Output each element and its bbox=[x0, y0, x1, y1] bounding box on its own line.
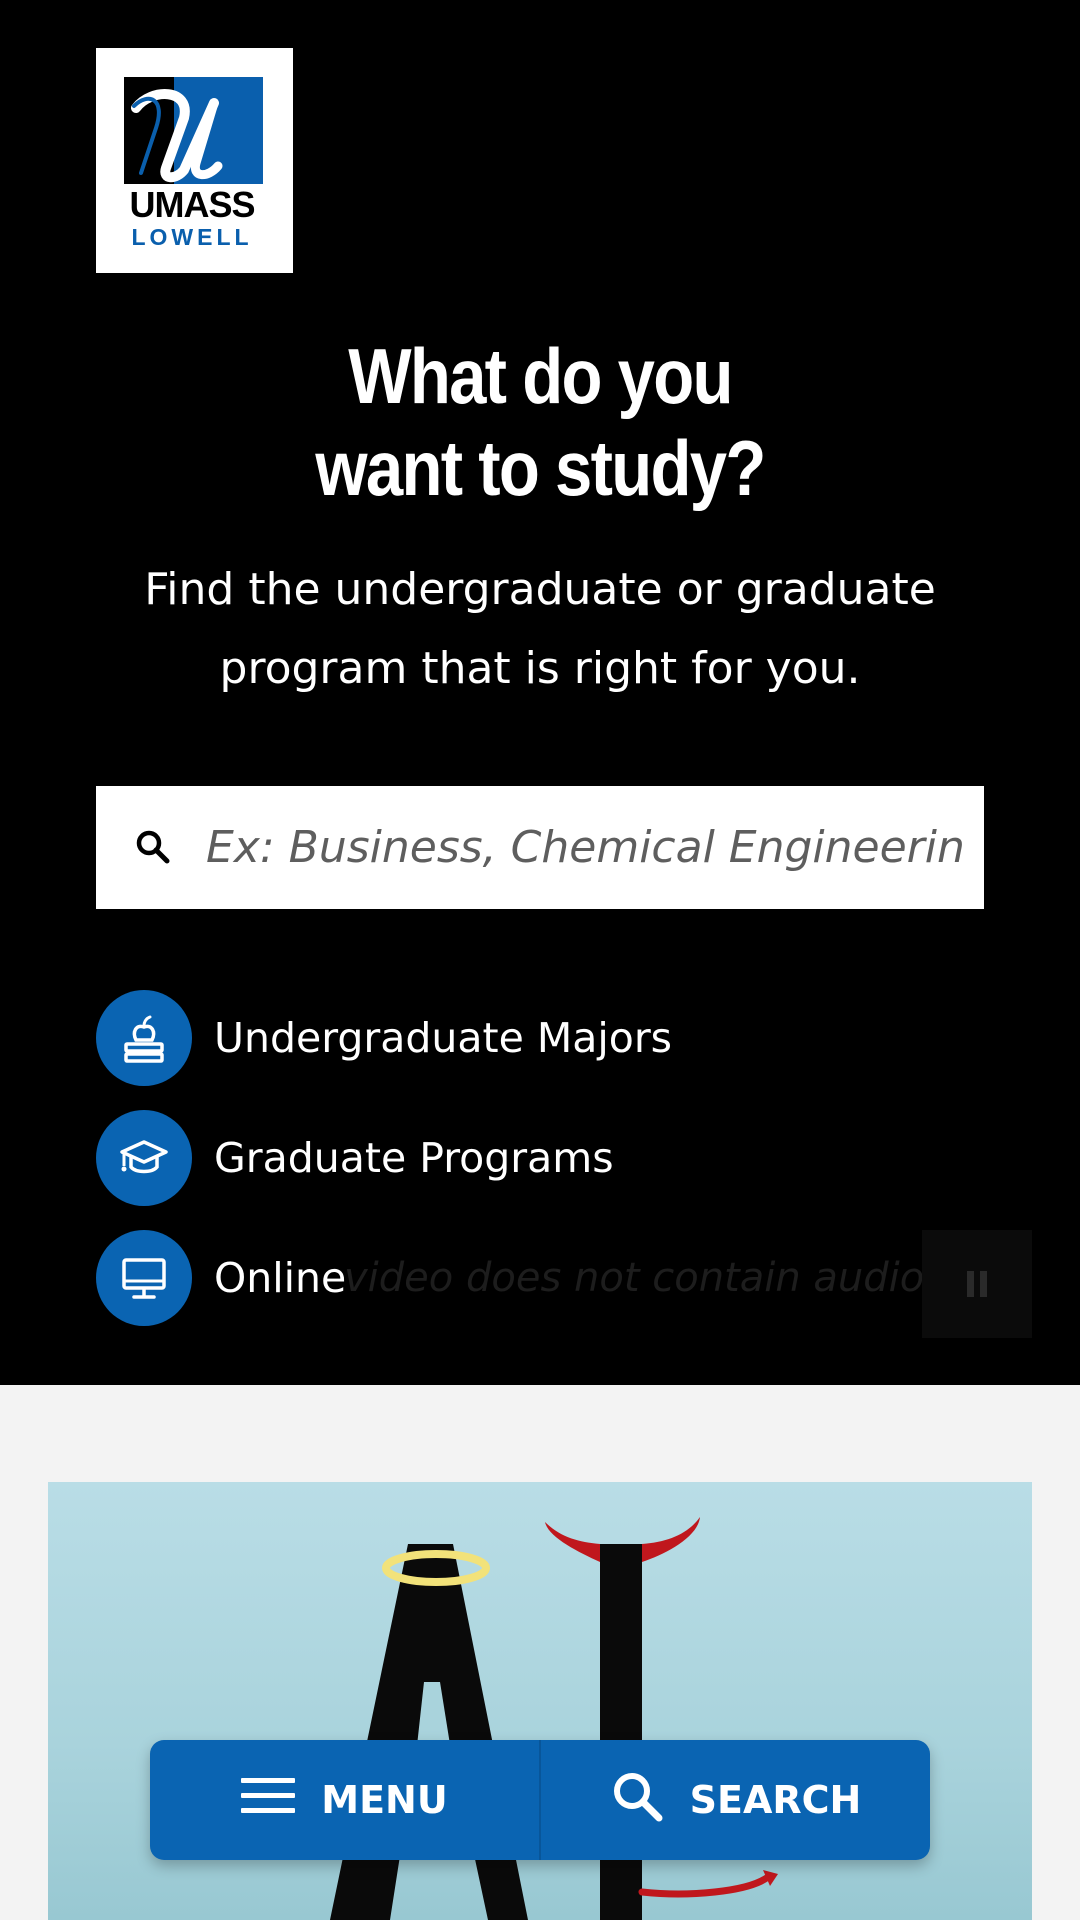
search-icon bbox=[610, 1769, 664, 1832]
hamburger-icon bbox=[241, 1776, 296, 1825]
hero-section: UMASS LOWELL What do you want to study? … bbox=[0, 0, 1080, 1385]
page-title: What do you want to study? bbox=[76, 330, 1005, 514]
umass-lowell-logo[interactable]: UMASS LOWELL bbox=[96, 48, 293, 273]
graduate-programs-label: Graduate Programs bbox=[214, 1134, 614, 1182]
graduation-cap-icon bbox=[96, 1110, 192, 1206]
logo-umass-text: UMASS bbox=[129, 184, 255, 225]
title-line-1: What do you bbox=[348, 332, 733, 420]
graduate-programs-link[interactable]: Graduate Programs bbox=[96, 1110, 614, 1206]
bottom-navigation-bar: MENU SEARCH bbox=[150, 1740, 930, 1860]
pause-icon bbox=[967, 1271, 974, 1297]
undergraduate-majors-link[interactable]: Undergraduate Majors bbox=[96, 990, 672, 1086]
program-search-box[interactable] bbox=[96, 786, 984, 909]
pause-icon-bar bbox=[980, 1271, 987, 1297]
search-label: SEARCH bbox=[689, 1778, 862, 1822]
video-pause-button[interactable] bbox=[922, 1230, 1032, 1338]
logo-lowell-text: LOWELL bbox=[131, 224, 253, 250]
program-search-input[interactable] bbox=[206, 806, 966, 888]
undergraduate-majors-label: Undergraduate Majors bbox=[214, 1014, 673, 1062]
video-audio-note: video does not contain audio bbox=[344, 1255, 925, 1301]
search-icon bbox=[134, 828, 172, 871]
online-programs-link[interactable]: Online bbox=[96, 1230, 346, 1326]
menu-button[interactable]: MENU bbox=[150, 1740, 539, 1860]
search-button[interactable]: SEARCH bbox=[539, 1740, 930, 1860]
title-line-2: want to study? bbox=[315, 424, 766, 512]
online-programs-label: Online bbox=[214, 1254, 347, 1302]
apple-books-icon bbox=[96, 990, 192, 1086]
monitor-icon bbox=[96, 1230, 192, 1326]
page-subtitle: Find the undergraduate or graduate progr… bbox=[144, 564, 936, 694]
menu-label: MENU bbox=[321, 1778, 448, 1822]
